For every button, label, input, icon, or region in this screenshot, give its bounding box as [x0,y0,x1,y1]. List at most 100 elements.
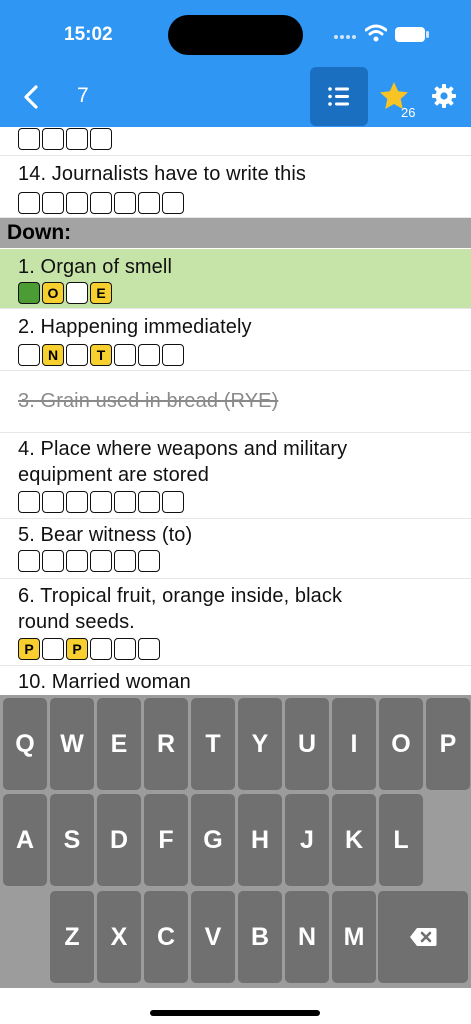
back-chevron-icon[interactable] [14,80,48,114]
answer-cell[interactable] [42,638,64,660]
key-y[interactable]: Y [238,698,282,790]
answer-cell[interactable]: T [90,344,112,366]
answer-cell[interactable] [90,128,112,150]
answer-cell[interactable]: N [42,344,64,366]
answer-cell[interactable] [138,344,160,366]
home-indicator [150,1010,320,1016]
key-n[interactable]: N [285,891,329,983]
key-a[interactable]: A [3,794,47,886]
list-item[interactable] [0,127,471,156]
key-q[interactable]: Q [3,698,47,790]
answer-cell[interactable] [162,344,184,366]
answer-cell[interactable] [138,192,160,214]
answer-cell[interactable]: P [66,638,88,660]
clue-item-down-2[interactable]: 2. Happening immediately NT [0,309,471,371]
answer-cell[interactable] [90,638,112,660]
level-number: 7 [77,84,89,107]
answer-cell[interactable] [18,128,40,150]
clue-text: 2. Happening immediately [18,316,252,338]
clue-text-line2: equipment are stored [18,464,210,486]
answer-cells [18,491,184,513]
home-bar-area [0,988,471,1024]
answer-cells: NT [18,344,184,366]
answer-cell[interactable] [90,491,112,513]
answer-cell[interactable] [18,344,40,366]
clue-item-down-3[interactable]: 3. Grain used in bread (RYE) [0,371,471,433]
clue-item-down-5[interactable]: 5. Bear witness (to) [0,519,471,579]
clue-text-line2: round seeds. [18,611,135,633]
key-g[interactable]: G [191,794,235,886]
clue-text: 5. Bear witness (to) [18,524,193,546]
key-h[interactable]: H [238,794,282,886]
key-u[interactable]: U [285,698,329,790]
answer-cell[interactable]: O [42,282,64,304]
key-m[interactable]: M [332,891,376,983]
clue-text: 14. Journalists have to write this [18,163,306,185]
clue-item-down-1[interactable]: 1. Organ of smell O E [0,249,471,309]
answer-cell[interactable] [66,282,88,304]
answer-cell[interactable] [162,192,184,214]
answer-cell[interactable]: E [90,282,112,304]
key-d[interactable]: D [97,794,141,886]
clue-text-solved: 3. Grain used in bread (RYE) [18,390,279,412]
key-o[interactable]: O [379,698,423,790]
key-z[interactable]: Z [50,891,94,983]
answer-cell[interactable] [18,282,40,304]
answer-cell[interactable] [138,638,160,660]
answer-cell[interactable] [114,491,136,513]
answer-cell[interactable]: P [18,638,40,660]
answer-cell[interactable] [138,550,160,572]
key-c[interactable]: C [144,891,188,983]
clue-item-down-10[interactable]: 10. Married woman [0,666,471,695]
answer-cell[interactable] [66,344,88,366]
clue-item-down-6[interactable]: 6. Tropical fruit, orange inside, black … [0,579,471,666]
gear-icon[interactable] [430,82,458,110]
backspace-key[interactable] [378,891,468,983]
answer-cells [18,550,160,572]
key-e[interactable]: E [97,698,141,790]
answer-cell[interactable] [114,638,136,660]
answer-cell[interactable] [66,491,88,513]
answer-cell[interactable] [114,550,136,572]
key-b[interactable]: B [238,891,282,983]
key-k[interactable]: K [332,794,376,886]
answer-cell[interactable] [90,192,112,214]
key-s[interactable]: S [50,794,94,886]
key-r[interactable]: R [144,698,188,790]
key-j[interactable]: J [285,794,329,886]
key-l[interactable]: L [379,794,423,886]
answer-cell[interactable] [66,128,88,150]
clue-text-line1: 6. Tropical fruit, orange inside, black [18,585,343,607]
answer-cell[interactable] [162,491,184,513]
answer-cell[interactable] [42,192,64,214]
answer-cell[interactable] [42,550,64,572]
backspace-icon [410,928,437,946]
clue-text: 1. Organ of smell [18,256,172,278]
answer-cell[interactable] [18,491,40,513]
answer-cell[interactable] [114,192,136,214]
answer-cell[interactable] [18,550,40,572]
answer-cell[interactable] [138,491,160,513]
app-header: 15:02 7 26 [0,0,471,127]
cellular-signal-icon [334,35,356,39]
clue-item-down-4[interactable]: 4. Place where weapons and military equi… [0,433,471,519]
key-v[interactable]: V [191,891,235,983]
answer-cell[interactable] [66,550,88,572]
answer-cell[interactable] [114,344,136,366]
key-p[interactable]: P [426,698,470,790]
answer-cell[interactable] [90,550,112,572]
key-x[interactable]: X [97,891,141,983]
answer-cell[interactable] [66,192,88,214]
clue-list[interactable]: 14. Journalists have to write this Down:… [0,127,471,695]
dynamic-island [168,15,303,55]
key-w[interactable]: W [50,698,94,790]
clue-list-button[interactable] [310,67,368,126]
answer-cell[interactable] [42,128,64,150]
answer-cell[interactable] [42,491,64,513]
clue-item-across-14[interactable]: 14. Journalists have to write this [0,156,471,218]
key-i[interactable]: I [332,698,376,790]
section-title: Down: [7,221,72,244]
answer-cell[interactable] [18,192,40,214]
key-f[interactable]: F [144,794,188,886]
key-t[interactable]: T [191,698,235,790]
